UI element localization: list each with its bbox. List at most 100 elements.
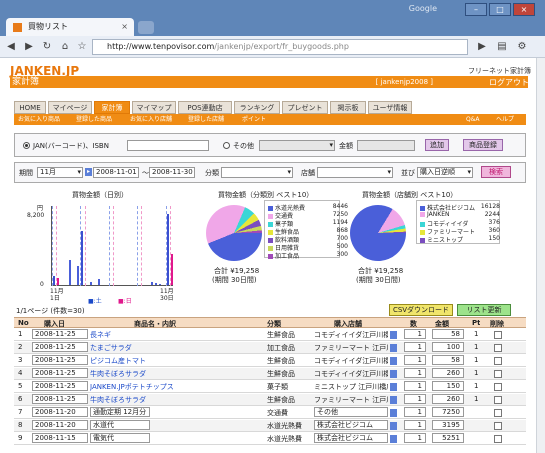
csv-download-button[interactable]: CSVダウンロード — [389, 304, 453, 316]
tab-user-info[interactable]: ユーザ情報 — [368, 101, 412, 114]
date-from-input[interactable]: 2008-11-01 — [93, 167, 139, 178]
store-arrow-icon[interactable] — [390, 396, 397, 404]
row-qty[interactable]: 1 — [404, 368, 426, 378]
row-qty[interactable]: 1 — [404, 407, 426, 417]
new-tab-button[interactable] — [138, 21, 154, 34]
back-icon[interactable]: ◀ — [4, 40, 18, 54]
row-amount[interactable]: 100 — [432, 342, 464, 352]
row-amount[interactable]: 5251 — [432, 433, 464, 443]
other-select[interactable] — [259, 140, 335, 151]
row-name-link[interactable]: ピジコム産トマト — [90, 356, 146, 366]
go-icon[interactable]: ▶ — [475, 40, 489, 54]
jan-radio[interactable] — [23, 142, 30, 149]
submenu-fav-goods[interactable]: お気に入り商品 — [18, 114, 60, 125]
row-delete-checkbox[interactable] — [494, 422, 502, 430]
tab-home[interactable]: HOME — [14, 101, 46, 114]
jan-input[interactable] — [127, 140, 209, 151]
store-arrow-icon[interactable] — [390, 409, 397, 417]
store-arrow-icon[interactable] — [390, 331, 397, 339]
tab-mymap[interactable]: マイマップ — [132, 101, 176, 114]
row-qty[interactable]: 1 — [404, 329, 426, 339]
logout-link[interactable]: ログアウト — [489, 77, 529, 88]
close-window-button[interactable]: × — [513, 3, 535, 16]
store-arrow-icon[interactable] — [390, 357, 397, 365]
register-goods-button[interactable]: 商品登録 — [463, 139, 503, 151]
row-name-link[interactable]: 長ネギ — [90, 330, 111, 340]
page-menu-icon[interactable]: ▤ — [495, 40, 509, 54]
date-to-input[interactable]: 2008-11-30 — [149, 167, 195, 178]
row-date[interactable]: 2008-11-25 — [32, 368, 88, 378]
row-delete-checkbox[interactable] — [494, 435, 502, 443]
tab-kakeibo[interactable]: 家計簿 — [94, 101, 130, 114]
other-radio[interactable] — [223, 142, 230, 149]
calendar-icon[interactable]: ▸ — [85, 168, 92, 176]
submenu-qa[interactable]: Q&A — [466, 114, 480, 125]
row-date[interactable]: 2008-11-25 — [32, 394, 88, 404]
row-delete-checkbox[interactable] — [494, 396, 502, 404]
row-delete-checkbox[interactable] — [494, 409, 502, 417]
row-store[interactable]: 株式会社ビジコム — [314, 433, 388, 443]
sort-select[interactable]: 購入日逆順 — [417, 167, 473, 178]
reload-icon[interactable]: ↻ — [40, 40, 54, 54]
row-amount[interactable]: 260 — [432, 394, 464, 404]
row-qty[interactable]: 1 — [404, 394, 426, 404]
row-qty[interactable]: 1 — [404, 342, 426, 352]
row-delete-checkbox[interactable] — [494, 370, 502, 378]
row-date[interactable]: 2008-11-20 — [32, 420, 88, 430]
row-date[interactable]: 2008-11-25 — [32, 329, 88, 339]
row-amount[interactable]: 3195 — [432, 420, 464, 430]
add-button[interactable]: 追加 — [425, 139, 449, 151]
store-select[interactable] — [317, 167, 393, 178]
row-amount[interactable]: 260 — [432, 368, 464, 378]
category-select[interactable] — [221, 167, 293, 178]
row-name-link[interactable]: 牛肉そぼろサラダ — [90, 369, 146, 379]
row-amount[interactable]: 58 — [432, 355, 464, 365]
store-arrow-icon[interactable] — [390, 370, 397, 378]
row-name-link[interactable]: たまごサラダ — [90, 343, 132, 353]
minimize-button[interactable]: – — [465, 3, 487, 16]
wrench-icon[interactable]: ⚙ — [515, 40, 529, 54]
tab-present[interactable]: プレゼント — [282, 101, 328, 114]
maximize-button[interactable]: □ — [489, 3, 511, 16]
row-date[interactable]: 2008-11-25 — [32, 355, 88, 365]
row-qty[interactable]: 1 — [404, 420, 426, 430]
amount-input[interactable] — [357, 140, 415, 151]
row-amount[interactable]: 58 — [432, 329, 464, 339]
row-amount[interactable]: 150 — [432, 381, 464, 391]
row-store[interactable]: その他 — [314, 407, 388, 417]
bookmark-star-icon[interactable]: ☆ — [75, 40, 89, 54]
store-arrow-icon[interactable] — [390, 344, 397, 352]
tab-board[interactable]: 掲示板 — [330, 101, 366, 114]
row-name-link[interactable]: 牛肉そぼろサラダ — [90, 395, 146, 405]
submenu-help[interactable]: ヘルプ — [496, 114, 514, 125]
row-date[interactable]: 2008-11-20 — [32, 407, 88, 417]
submenu-registered-stores[interactable]: 登録した店舗 — [188, 114, 224, 125]
address-bar[interactable]: http://www.tenpovisor.com/jankenjp/expor… — [92, 39, 468, 55]
tab-ranking[interactable]: ランキング — [234, 101, 280, 114]
store-arrow-icon[interactable] — [390, 422, 397, 430]
row-qty[interactable]: 1 — [404, 355, 426, 365]
row-date[interactable]: 2008-11-15 — [32, 433, 88, 443]
row-store[interactable]: 株式会社ビジコム — [314, 420, 388, 430]
row-qty[interactable]: 1 — [404, 381, 426, 391]
store-arrow-icon[interactable] — [390, 435, 397, 443]
forward-icon[interactable]: ▶ — [22, 40, 36, 54]
row-delete-checkbox[interactable] — [494, 344, 502, 352]
row-name-input[interactable]: 水道代 — [90, 420, 150, 430]
row-name-input[interactable]: 通勤定期 12月分 — [90, 407, 150, 417]
row-name-input[interactable]: 電気代 — [90, 433, 150, 443]
home-icon[interactable]: ⌂ — [58, 40, 72, 54]
search-button[interactable]: 検索 — [481, 166, 511, 178]
tab-pos-store[interactable]: POS連動店 — [178, 101, 232, 114]
vertical-scrollbar[interactable] — [536, 58, 545, 453]
submenu-registered-goods[interactable]: 登録した商品 — [76, 114, 112, 125]
submenu-fav-stores[interactable]: お気に入り店舗 — [130, 114, 172, 125]
row-delete-checkbox[interactable] — [494, 331, 502, 339]
row-amount[interactable]: 7250 — [432, 407, 464, 417]
row-qty[interactable]: 1 — [404, 433, 426, 443]
row-date[interactable]: 2008-11-25 — [32, 381, 88, 391]
browser-tab[interactable]: 買物リスト × — [6, 18, 134, 36]
list-refresh-button[interactable]: リスト更新 — [457, 304, 511, 316]
row-name-link[interactable]: JANKEN.JPポテトチップス — [90, 382, 174, 392]
row-delete-checkbox[interactable] — [494, 357, 502, 365]
